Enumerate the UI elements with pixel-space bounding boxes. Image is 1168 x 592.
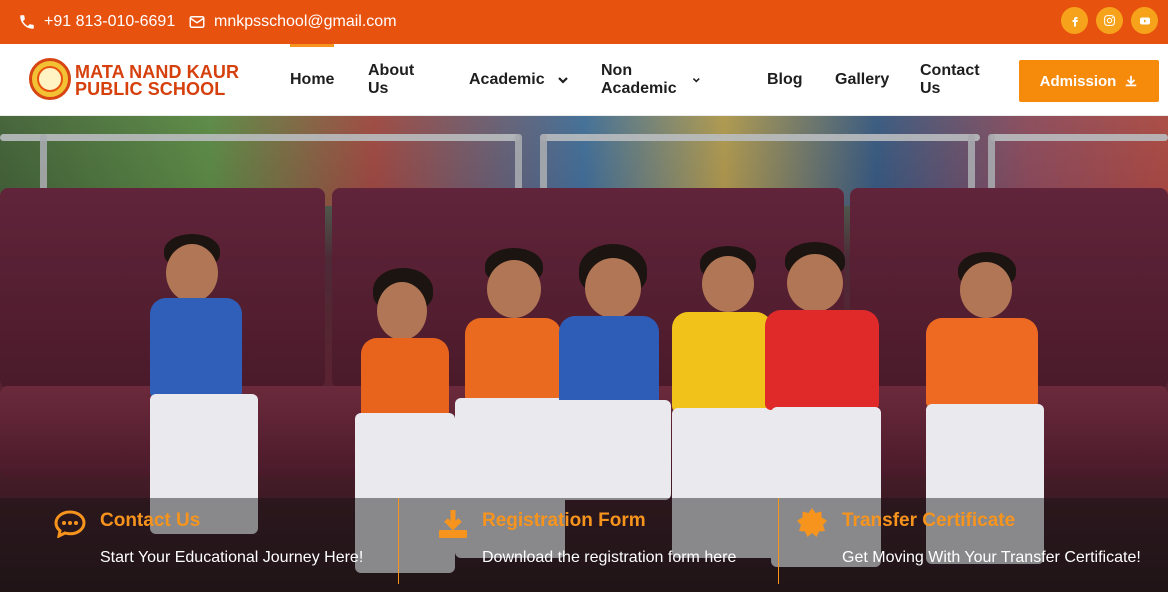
badge-icon (797, 508, 827, 537)
social-links (1061, 7, 1158, 34)
feature-title: Transfer Certificate (842, 510, 1016, 531)
nav-contact-us-label: Contact Us (920, 62, 980, 97)
feature-title: Contact Us (100, 510, 201, 531)
feature-subtitle: Get Moving With Your Transfer Certificat… (842, 549, 1141, 566)
download-icon (439, 510, 467, 538)
metal-rail (540, 134, 980, 141)
feature-subtitle: Download the registration form here (482, 549, 737, 566)
nav-contact-us[interactable]: Contact Us (920, 44, 980, 116)
logo-emblem (37, 66, 63, 92)
email-address: mnkpsschool@gmail.com (214, 13, 397, 30)
nav-home-label: Home (290, 71, 335, 88)
feature-divider (398, 498, 399, 584)
nav-blog[interactable]: Blog (767, 44, 803, 116)
nav-gallery[interactable]: Gallery (835, 44, 889, 116)
nav-about-us-label: About Us (368, 62, 415, 97)
metal-rail (990, 134, 1168, 141)
facebook-icon[interactable] (1061, 7, 1088, 34)
nav-academic-label: Academic (469, 71, 545, 88)
admission-button[interactable]: Admission (1019, 60, 1159, 102)
feature-transfer-certificate[interactable]: Transfer Certificate Get Moving With You… (796, 498, 1168, 592)
mail-icon (189, 16, 205, 28)
nav-academic[interactable]: Academic (469, 44, 569, 116)
nav-non-academic[interactable]: Non Academic (601, 44, 701, 116)
metal-rail (0, 134, 520, 141)
school-logo[interactable] (29, 58, 71, 100)
youtube-icon[interactable] (1131, 7, 1158, 34)
admission-label: Admission (1039, 72, 1117, 90)
nav-non-academic-label: Non Academic (601, 62, 677, 97)
instagram-icon[interactable] (1096, 7, 1123, 34)
nav-home[interactable]: Home (290, 44, 335, 116)
chevron-down-icon (557, 77, 568, 84)
feature-registration-form[interactable]: Registration Form Download the registrat… (437, 498, 777, 592)
feature-title: Registration Form (482, 510, 646, 531)
nav-about-us[interactable]: About Us (368, 44, 414, 116)
phone-number: +91 813-010-6691 (44, 13, 176, 30)
main-header: MATA NAND KAUR PUBLIC SCHOOL Home About … (0, 44, 1168, 116)
top-contact-bar: +91 813-010-6691 mnkpsschool@gmail.com (0, 0, 1168, 44)
feature-divider (778, 498, 779, 584)
chevron-down-icon (692, 78, 700, 83)
chat-bubble-icon (54, 510, 86, 538)
download-icon (1126, 75, 1137, 87)
email-contact[interactable]: mnkpsschool@gmail.com (188, 0, 397, 44)
feature-contact-us[interactable]: Contact Us Start Your Educational Journe… (54, 498, 394, 592)
phone-icon (20, 15, 34, 29)
nav-blog-label: Blog (767, 71, 803, 88)
phone-contact[interactable]: +91 813-010-6691 (18, 0, 175, 44)
school-name-line2: PUBLIC SCHOOL (75, 79, 226, 99)
school-name[interactable]: MATA NAND KAUR PUBLIC SCHOOL (75, 63, 239, 99)
nav-gallery-label: Gallery (835, 71, 890, 88)
feature-subtitle: Start Your Educational Journey Here! (100, 549, 364, 566)
